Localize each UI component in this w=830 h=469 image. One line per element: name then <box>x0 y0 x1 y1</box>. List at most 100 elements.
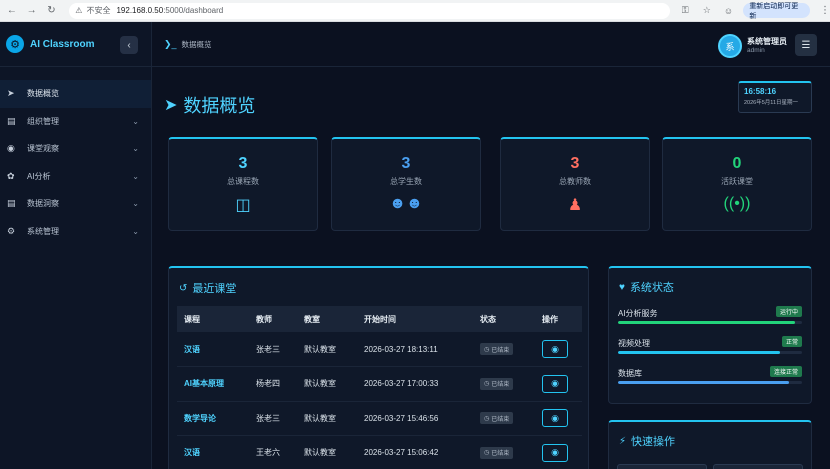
status-text: 已结束 <box>491 451 510 458</box>
key-icon[interactable]: ⚿ <box>678 4 692 18</box>
sidebar-item-label: 组织管理 <box>27 116 59 126</box>
clock-widget: 16:58:16 2026年5月11日星期一 <box>738 81 812 113</box>
history-icon: ↺ <box>179 282 188 294</box>
course-link[interactable]: 汉语 <box>177 435 249 469</box>
quick-action-button[interactable] <box>713 464 803 469</box>
start-time-cell: 2026-03-27 18:13:11 <box>357 332 473 367</box>
sidebar: ⚙ AI Classroom ‹ ➤ 数据概览 ▤ 组织管理 ⌄ ◉ 课堂观察 … <box>0 22 152 469</box>
settings-sliders-button[interactable]: ☰ <box>795 34 817 56</box>
sidebar-item-label: AI分析 <box>27 171 51 181</box>
service-row: 视频处理 正常 <box>618 336 802 354</box>
service-progress-bar <box>618 381 802 384</box>
clock-date: 2026年5月11日星期一 <box>744 100 799 106</box>
stat-value: 3 <box>570 155 580 172</box>
quick-action-button[interactable] <box>617 464 707 469</box>
sidebar-item-label: 数据洞察 <box>27 199 59 209</box>
teacher-cell: 王老六 <box>249 435 297 469</box>
sidebar-item-organization[interactable]: ▤ 组织管理 ⌄ <box>0 108 151 136</box>
action-cell: ◉ <box>535 332 582 367</box>
top-header: ❯_ 数据概览 系 系统管理员 admin ☰ <box>152 22 830 67</box>
panel-title-text: 系统状态 <box>629 282 674 294</box>
status-cell: ◷ 已结束 <box>473 435 535 469</box>
clock-icon: ◷ <box>484 450 490 457</box>
chevron-down-icon: ⌄ <box>132 171 139 181</box>
stat-card-active: 0 活跃课堂 ((•)) <box>662 137 812 231</box>
panel-title-text: 快速操作 <box>631 436 676 448</box>
book-icon: ▤ <box>7 115 16 126</box>
brain-icon: ✿ <box>7 170 15 181</box>
users-icon: ☻☻ <box>389 195 423 212</box>
forward-icon[interactable]: → <box>24 3 40 19</box>
sidebar-menu: ➤ 数据概览 ▤ 组织管理 ⌄ ◉ 课堂观察 ⌄ ✿ AI分析 ⌄ ▤ 数据洞察… <box>0 80 151 245</box>
eye-icon: ◉ <box>551 378 559 389</box>
sidebar-item-insights[interactable]: ▤ 数据洞察 ⌄ <box>0 190 151 218</box>
panel-title-text: 最近课堂 <box>192 283 237 295</box>
panel-title: ♥ 系统状态 <box>619 279 674 295</box>
rocket-icon: ➤ <box>164 97 178 114</box>
service-name: 数据库 <box>618 369 642 378</box>
back-icon[interactable]: ← <box>4 3 20 19</box>
status-cell: ◷ 已结束 <box>473 366 535 402</box>
page-title-text: 数据概览 <box>183 96 256 116</box>
profile-icon[interactable]: ☺ <box>722 4 736 18</box>
chevron-down-icon: ⌄ <box>132 144 139 154</box>
stat-value: 3 <box>401 155 411 172</box>
url-host: 192.168.0.50 <box>116 6 164 15</box>
sidebar-item-overview[interactable]: ➤ 数据概览 <box>0 80 151 108</box>
table-header-row: 课程 教师 教室 开始时间 状态 操作 <box>177 306 582 332</box>
start-time-cell: 2026-03-27 17:00:33 <box>357 366 473 402</box>
chart-icon: ▤ <box>7 198 16 209</box>
table-row: AI基本原理 杨老四 默认教室 2026-03-27 17:00:33 ◷ 已结束… <box>177 366 582 402</box>
more-menu-icon[interactable]: ⋮ <box>820 5 830 16</box>
brand-name: AI Classroom <box>30 38 95 50</box>
clock-time: 16:58:16 <box>744 87 777 96</box>
stat-label: 活跃课堂 <box>721 177 753 186</box>
sidebar-item-label: 数据概览 <box>27 89 59 99</box>
update-button[interactable]: 重新启动即可更新 <box>743 3 810 20</box>
user-name: 系统管理员 <box>747 37 787 46</box>
status-badge: ◷ 已结束 <box>480 446 514 459</box>
course-link[interactable]: 数学导论 <box>177 401 249 436</box>
course-link[interactable]: 汉语 <box>177 332 249 367</box>
start-time-cell: 2026-03-27 15:46:56 <box>357 401 473 436</box>
insecure-label: 不安全 <box>86 6 111 15</box>
reload-icon[interactable]: ↻ <box>44 3 60 19</box>
room-cell: 默认教室 <box>297 401 357 436</box>
progress-fill <box>618 351 780 354</box>
chevron-down-icon: ⌄ <box>132 116 139 126</box>
eye-icon: ◉ <box>551 447 559 458</box>
gears-icon: ⚙ <box>7 225 16 236</box>
view-button[interactable]: ◉ <box>542 374 568 393</box>
teacher-cell: 杨老四 <box>249 366 297 402</box>
broadcast-icon: ((•)) <box>723 195 751 212</box>
view-button[interactable]: ◉ <box>542 340 568 358</box>
course-link[interactable]: AI基本原理 <box>177 366 249 402</box>
service-name: AI分析服务 <box>618 309 658 318</box>
eye-icon: ◉ <box>551 343 559 354</box>
rocket-icon: ➤ <box>7 88 15 99</box>
stat-label: 总学生数 <box>390 177 422 186</box>
user-role: admin <box>747 47 765 54</box>
panel-title: ↺ 最近课堂 <box>179 280 236 296</box>
breadcrumb: 数据概览 <box>181 39 212 49</box>
stat-value: 0 <box>732 155 742 172</box>
service-progress-bar <box>618 351 802 354</box>
address-bar[interactable]: ⚠ 不安全 192.168.0.50:5000/dashboard <box>69 2 671 19</box>
stat-card-teachers: 3 总教师数 ♟ <box>500 137 650 231</box>
stat-card-students: 3 总学生数 ☻☻ <box>331 137 481 231</box>
star-icon[interactable]: ☆ <box>700 4 714 18</box>
system-status-panel: ♥ 系统状态 AI分析服务 运行中 视频处理 正常 数据库 连接正常 <box>608 266 812 404</box>
view-button[interactable]: ◉ <box>542 409 568 428</box>
page-title: ➤ 数据概览 <box>164 92 255 118</box>
avatar[interactable]: 系 <box>718 34 742 58</box>
clock-icon: ◷ <box>484 381 490 388</box>
room-cell: 默认教室 <box>297 332 357 367</box>
sidebar-item-observation[interactable]: ◉ 课堂观察 ⌄ <box>0 135 151 163</box>
chalkboard-icon: ◫ <box>235 197 251 214</box>
sidebar-item-system[interactable]: ⚙ 系统管理 ⌄ <box>0 218 151 246</box>
collapse-sidebar-button[interactable]: ‹ <box>120 36 138 54</box>
recent-classes-table: 课程 教师 教室 开始时间 状态 操作 汉语 张老三 默认教室 2026-03-… <box>177 306 582 469</box>
progress-fill <box>618 381 790 384</box>
view-button[interactable]: ◉ <box>542 443 568 462</box>
sidebar-item-ai-analysis[interactable]: ✿ AI分析 ⌄ <box>0 163 151 191</box>
